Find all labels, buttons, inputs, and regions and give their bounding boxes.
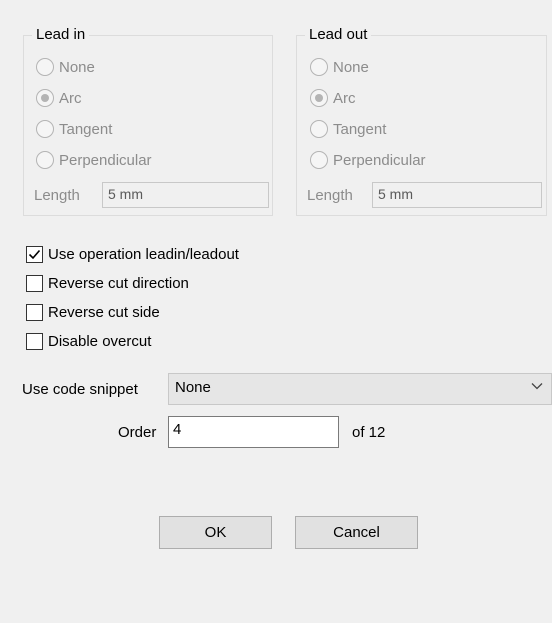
radio-label: Perpendicular [333,151,426,169]
radio-label: Perpendicular [59,151,152,169]
radio-icon [310,151,328,169]
checkbox-label: Disable overcut [48,333,152,350]
radio-label: Tangent [333,120,387,138]
cancel-button[interactable]: Cancel [295,516,418,549]
lead-in-length-label: Length [34,187,80,204]
checkbox-label: Use operation leadin/leadout [48,246,239,263]
ok-button-label: OK [204,524,227,541]
checkbox-label: Reverse cut direction [48,275,189,292]
chevron-down-icon [531,383,543,390]
radio-label: None [333,58,369,76]
radio-icon [36,151,54,169]
lead-in-radio-tangent[interactable]: Tangent [36,120,112,138]
lead-in-radio-arc[interactable]: Arc [36,89,82,107]
code-snippet-value: None [175,379,211,396]
lead-in-radio-none[interactable]: None [36,58,95,76]
radio-icon [36,58,54,76]
code-snippet-select[interactable]: None [168,373,552,405]
checkmark-icon [28,249,41,260]
order-value: 4 [173,421,182,438]
lead-out-radio-tangent[interactable]: Tangent [310,120,386,138]
radio-icon [310,58,328,76]
reverse-cut-side-checkbox[interactable]: Reverse cut side [26,304,160,321]
radio-icon [310,89,328,107]
lead-out-title: Lead out [305,26,372,44]
lead-out-radio-none[interactable]: None [310,58,369,76]
disable-overcut-checkbox[interactable]: Disable overcut [26,333,151,350]
radio-icon [36,89,54,107]
radio-label: Arc [59,89,82,107]
cancel-button-label: Cancel [333,524,380,541]
lead-out-length-input[interactable]: 5 mm [372,182,542,208]
radio-label: Arc [333,89,356,107]
radio-icon [310,120,328,138]
radio-icon [36,120,54,138]
radio-label: None [59,58,95,76]
radio-label: Tangent [59,120,113,138]
checkbox-label: Reverse cut side [48,304,160,321]
order-label: Order [118,424,157,441]
lead-out-length-label: Length [307,187,353,204]
order-total-label: of 12 [352,424,386,441]
checkbox-box [26,333,43,350]
lead-in-title: Lead in [32,26,90,44]
length-value: 5 mm [378,186,413,202]
code-snippet-label: Use code snippet [22,381,138,398]
length-value: 5 mm [108,186,143,202]
lead-in-length-input[interactable]: 5 mm [102,182,269,208]
checkbox-box [26,304,43,321]
checkbox-box [26,246,43,263]
lead-out-radio-perpendicular[interactable]: Perpendicular [310,151,426,169]
order-input[interactable]: 4 [168,416,339,448]
reverse-cut-direction-checkbox[interactable]: Reverse cut direction [26,275,189,292]
lead-in-radio-perpendicular[interactable]: Perpendicular [36,151,152,169]
checkbox-box [26,275,43,292]
lead-out-radio-arc[interactable]: Arc [310,89,356,107]
use-operation-leadin-checkbox[interactable]: Use operation leadin/leadout [26,246,239,263]
ok-button[interactable]: OK [159,516,272,549]
